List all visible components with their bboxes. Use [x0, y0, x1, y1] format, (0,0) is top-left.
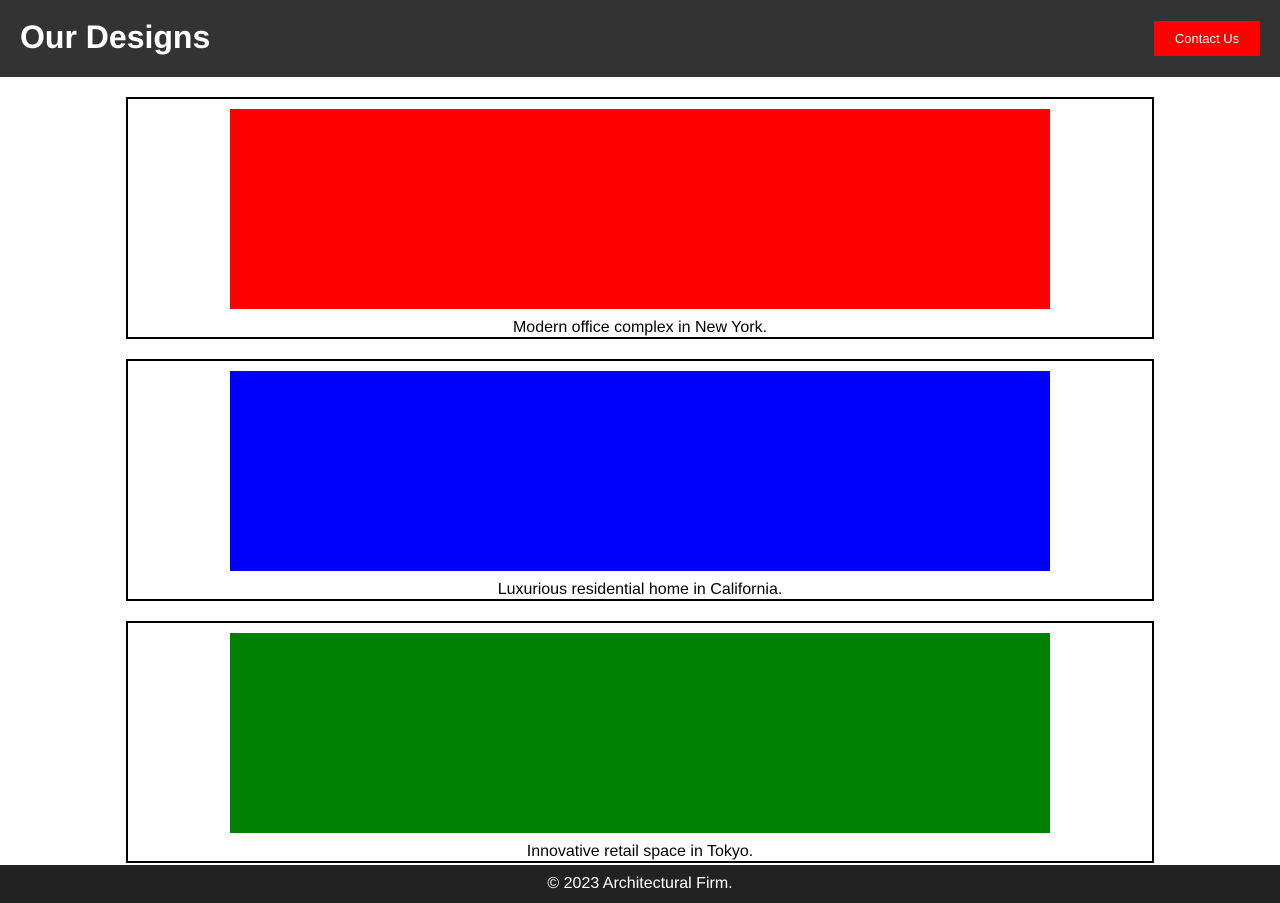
- design-image: [230, 109, 1050, 309]
- design-caption: Innovative retail space in Tokyo.: [526, 843, 754, 860]
- site-footer: © 2023 Architectural Firm.: [0, 865, 1280, 903]
- design-image: [230, 633, 1050, 833]
- contact-us-button[interactable]: Contact Us: [1154, 21, 1260, 56]
- design-card: Modern office complex in New York.: [126, 97, 1154, 339]
- page-title: Our Designs: [20, 19, 211, 55]
- design-card: Innovative retail space in Tokyo.: [126, 621, 1154, 863]
- design-card: Luxurious residential home in California…: [126, 359, 1154, 601]
- design-caption: Modern office complex in New York.: [512, 319, 768, 336]
- design-image: [230, 371, 1050, 571]
- site-header: Our Designs Contact Us: [0, 0, 1280, 77]
- design-caption: Luxurious residential home in California…: [497, 581, 783, 598]
- copyright-text: © 2023 Architectural Firm.: [547, 875, 733, 892]
